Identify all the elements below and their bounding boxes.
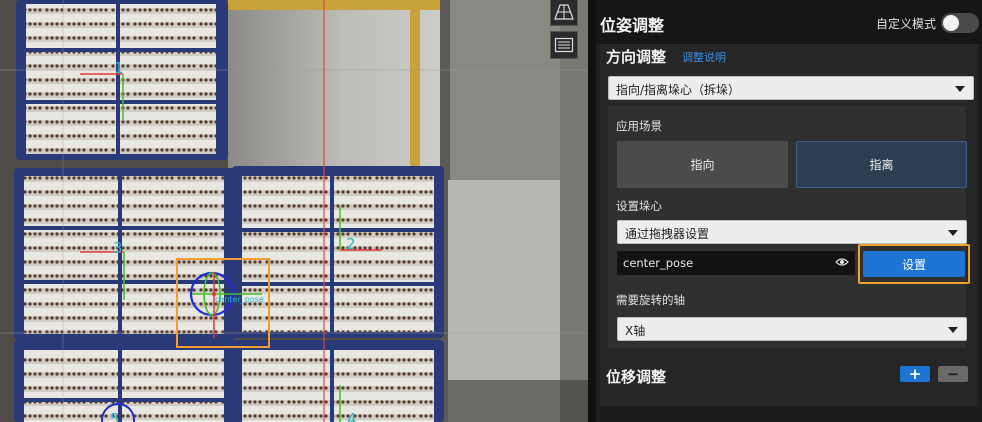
object-label-3[interactable]: 3: [113, 239, 123, 257]
pose-adjust-panel: 位姿调整 自定义模式 方向调整 调整说明 指向/指离垛心（拆垛） 应用场景 指向…: [596, 0, 982, 422]
chevron-down-icon: [955, 86, 965, 92]
rotate-axis-label: 需要旋转的轴: [616, 293, 685, 307]
center-pose-field[interactable]: center_pose: [617, 251, 855, 275]
translation-adjust-title: 位移调整: [606, 368, 667, 386]
center-pose-value: center_pose: [623, 256, 694, 270]
object-label-5[interactable]: 5: [110, 410, 120, 422]
set-center-button-label: 设置: [901, 257, 926, 272]
custom-mode-label: 自定义模式: [876, 17, 937, 31]
panel-title: 位姿调整: [600, 16, 665, 35]
direction-adjust-section: 方向调整 调整说明 指向/指离垛心（拆垛） 应用场景 指向 指离 设置垛心 通过…: [600, 44, 978, 406]
center-method-select[interactable]: 通过拖拽器设置: [617, 220, 967, 244]
add-translation-button[interactable]: +: [900, 366, 930, 382]
panel-divider: [588, 0, 596, 422]
set-center-label: 设置垛心: [616, 199, 662, 213]
object-label-1[interactable]: 1: [114, 59, 124, 77]
minus-icon: −: [946, 365, 960, 383]
perspective-grid-icon: [554, 4, 574, 20]
adjust-help-link[interactable]: 调整说明: [682, 49, 726, 65]
direction-mode-value: 指向/指离垛心（拆垛）: [616, 83, 741, 97]
direction-adjust-title: 方向调整: [606, 48, 667, 66]
point-cloud-scene: [0, 0, 588, 422]
direction-mode-select[interactable]: 指向/指离垛心（拆垛）: [608, 76, 974, 100]
list-panel-button[interactable]: [550, 31, 578, 59]
point-toward-option[interactable]: 指向: [617, 141, 788, 188]
point-away-label: 指离: [869, 158, 894, 172]
3d-viewport[interactable]: 1 2 3 4 5 center_pose: [0, 0, 588, 422]
center-method-value: 通过拖拽器设置: [625, 227, 710, 241]
rotate-axis-select[interactable]: X轴: [617, 317, 967, 341]
object-label-4[interactable]: 4: [347, 410, 357, 422]
scene-label: 应用场景: [616, 119, 662, 133]
plus-icon: +: [908, 365, 922, 383]
rotate-axis-value: X轴: [625, 324, 646, 338]
perspective-view-button[interactable]: [550, 0, 578, 26]
panel-header: 位姿调整 自定义模式: [596, 0, 982, 44]
eye-icon[interactable]: [835, 257, 849, 267]
point-toward-label: 指向: [690, 158, 715, 172]
object-label-2[interactable]: 2: [346, 235, 356, 253]
custom-mode-toggle[interactable]: [941, 13, 979, 33]
direction-options-group: 应用场景 指向 指离 设置垛心 通过拖拽器设置 center_pose 设置 需…: [608, 106, 970, 348]
chevron-down-icon: [948, 327, 958, 333]
toggle-knob: [943, 15, 959, 31]
point-away-option[interactable]: 指离: [796, 141, 967, 188]
list-panel-icon: [554, 37, 574, 53]
center-pose-label: center_pose: [215, 295, 264, 304]
chevron-down-icon: [948, 230, 958, 236]
set-center-button[interactable]: 设置: [863, 251, 965, 277]
remove-translation-button[interactable]: −: [938, 366, 968, 382]
